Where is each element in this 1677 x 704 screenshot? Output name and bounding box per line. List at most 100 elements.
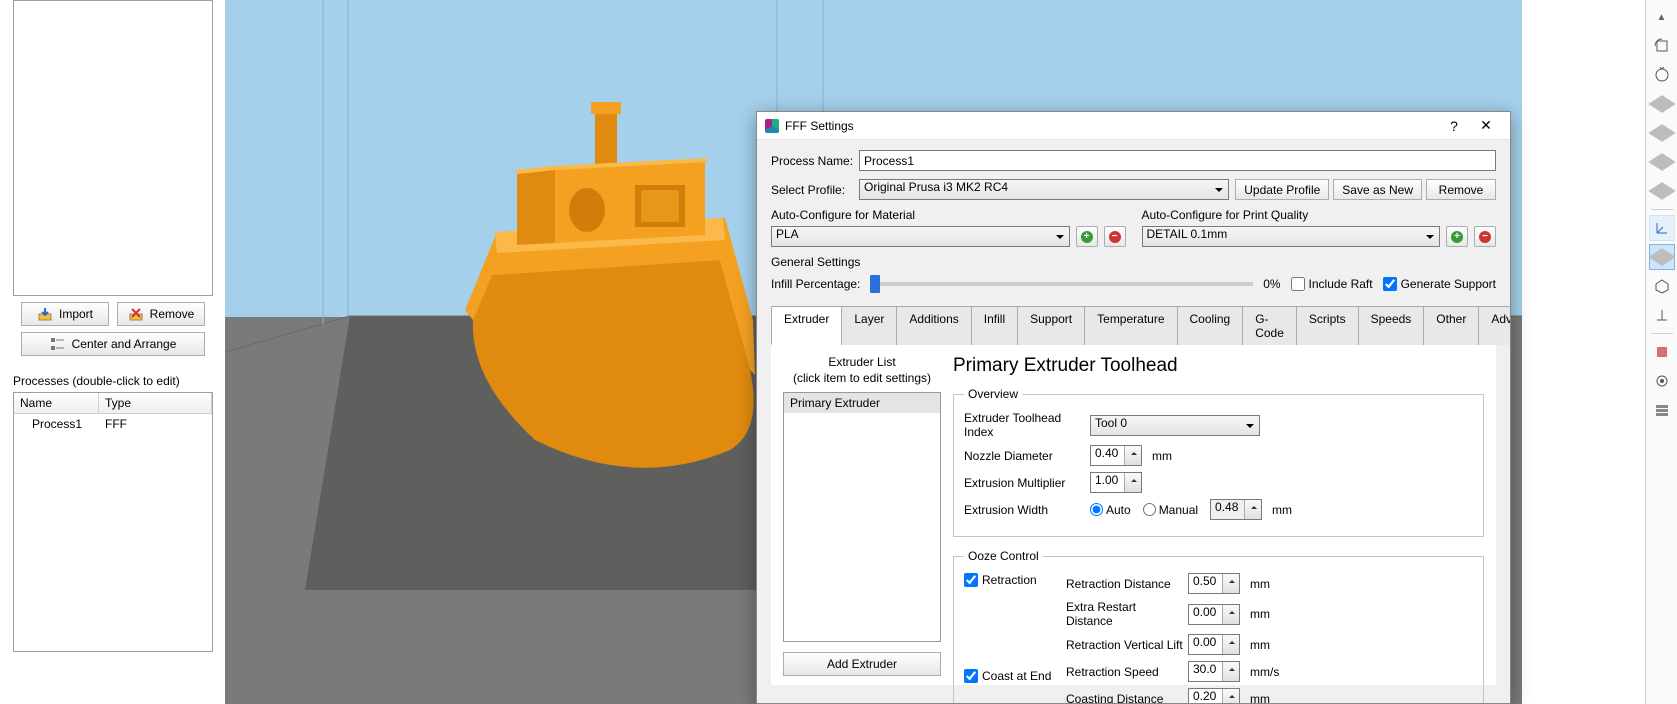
- retraction-distance-label: Retraction Distance: [1066, 577, 1184, 591]
- extrusion-width-label: Extrusion Width: [964, 503, 1086, 517]
- dialog-titlebar[interactable]: FFF Settings ? ✕: [757, 112, 1510, 140]
- add-extruder-button[interactable]: Add Extruder: [783, 652, 941, 676]
- process-type-cell: FFF: [99, 414, 212, 434]
- wireframe-icon: [1654, 278, 1670, 294]
- remove-button[interactable]: Remove: [117, 302, 205, 326]
- tab-speeds[interactable]: Speeds: [1358, 306, 1425, 345]
- quality-select[interactable]: DETAIL 0.1mm: [1142, 226, 1441, 247]
- tab-infill[interactable]: Infill: [971, 306, 1018, 345]
- general-settings-label: General Settings: [771, 255, 1496, 269]
- table-row[interactable]: Process1 FFF: [14, 414, 212, 434]
- extruder-list-header: Extruder List: [828, 355, 895, 369]
- cube-icon: [1648, 95, 1675, 113]
- import-button[interactable]: Import: [21, 302, 109, 326]
- view-reset-button[interactable]: [1649, 62, 1675, 88]
- tab-cooling[interactable]: Cooling: [1177, 306, 1244, 345]
- help-button[interactable]: ?: [1438, 118, 1470, 134]
- ooze-control-legend: Ooze Control: [964, 549, 1043, 563]
- material-remove-button[interactable]: −: [1104, 226, 1126, 247]
- tab-additions[interactable]: Additions: [896, 306, 971, 345]
- material-select[interactable]: PLA: [771, 226, 1070, 247]
- toolhead-index-select[interactable]: Tool 0: [1090, 415, 1260, 436]
- overview-legend: Overview: [964, 387, 1022, 401]
- import-label: Import: [59, 307, 93, 321]
- include-raft-checkbox[interactable]: Include Raft: [1291, 277, 1373, 291]
- extruder-list[interactable]: Primary Extruder: [783, 392, 941, 642]
- quality-add-button[interactable]: +: [1446, 226, 1468, 247]
- retraction-distance-input[interactable]: 0.50: [1188, 573, 1240, 594]
- toolbar-separator: [1651, 333, 1673, 334]
- extra-restart-distance-label: Extra Restart Distance: [1066, 600, 1184, 628]
- save-as-new-button[interactable]: Save as New: [1333, 179, 1422, 200]
- view-normals-button[interactable]: [1649, 302, 1675, 328]
- view-xray-button[interactable]: [1649, 339, 1675, 365]
- update-profile-button[interactable]: Update Profile: [1235, 179, 1329, 200]
- minus-icon: −: [1109, 231, 1121, 243]
- quality-remove-button[interactable]: −: [1474, 226, 1496, 247]
- slider-thumb[interactable]: [870, 275, 880, 293]
- process-name-input[interactable]: [859, 150, 1496, 171]
- col-name-header: Name: [14, 393, 99, 413]
- center-arrange-button[interactable]: Center and Arrange: [21, 332, 205, 356]
- tab-layer[interactable]: Layer: [841, 306, 897, 345]
- cube-icon: [1648, 248, 1675, 266]
- tab-gcode[interactable]: G-Code: [1242, 306, 1297, 345]
- close-button[interactable]: ✕: [1470, 117, 1502, 134]
- view-layers-button[interactable]: [1649, 397, 1675, 423]
- extrusion-width-input: 0.48: [1210, 499, 1262, 520]
- view-wireframe-button[interactable]: [1649, 273, 1675, 299]
- extruder-list-item[interactable]: Primary Extruder: [784, 393, 940, 413]
- coast-at-end-checkbox[interactable]: Coast at End: [964, 669, 1052, 683]
- view-top-button[interactable]: [1649, 91, 1675, 117]
- tab-extruder[interactable]: Extruder: [771, 306, 842, 345]
- view-collapse-button[interactable]: ▲: [1649, 4, 1675, 30]
- extrusion-multiplier-input[interactable]: 1.00: [1090, 472, 1142, 493]
- extrusion-multiplier-label: Extrusion Multiplier: [964, 476, 1086, 490]
- perpendicular-icon: [1654, 307, 1670, 323]
- generate-support-checkbox[interactable]: Generate Support: [1383, 277, 1496, 291]
- process-name-label: Process Name:: [771, 154, 859, 168]
- view-settings-button[interactable]: [1649, 368, 1675, 394]
- tab-support[interactable]: Support: [1017, 306, 1085, 345]
- auto-quality-label: Auto-Configure for Print Quality: [1142, 208, 1497, 222]
- retraction-vertical-lift-input[interactable]: 0.00: [1188, 634, 1240, 655]
- minus-icon: −: [1479, 231, 1491, 243]
- coasting-distance-input[interactable]: 0.20: [1188, 688, 1240, 703]
- cube-icon: [1648, 124, 1675, 142]
- chevron-up-icon: ▲: [1657, 12, 1667, 23]
- extra-restart-distance-input[interactable]: 0.00: [1188, 604, 1240, 625]
- tab-temperature[interactable]: Temperature: [1084, 306, 1177, 345]
- infill-percent-label: Infill Percentage:: [771, 277, 860, 291]
- remove-profile-button[interactable]: Remove: [1426, 179, 1496, 200]
- toolbar-separator: [1651, 209, 1673, 210]
- process-name-cell: Process1: [14, 414, 99, 434]
- col-type-header: Type: [99, 393, 212, 413]
- extruder-list-sub: (click item to edit settings): [793, 371, 931, 385]
- material-add-button[interactable]: +: [1076, 226, 1098, 247]
- coasting-distance-label: Coasting Distance: [1066, 692, 1184, 704]
- nozzle-diameter-input[interactable]: 0.40: [1090, 445, 1142, 466]
- view-solid-button[interactable]: [1649, 244, 1675, 270]
- cube-icon: [1648, 153, 1675, 171]
- infill-slider[interactable]: [870, 282, 1253, 286]
- retraction-checkbox[interactable]: Retraction: [964, 573, 1052, 587]
- processes-label: Processes (double-click to edit): [13, 374, 213, 388]
- view-axes-button[interactable]: [1649, 215, 1675, 241]
- extrusion-width-manual-radio[interactable]: Manual: [1143, 503, 1198, 517]
- view-rotate-button[interactable]: [1649, 33, 1675, 59]
- tab-other[interactable]: Other: [1423, 306, 1479, 345]
- cube-icon: [1648, 182, 1675, 200]
- plus-icon: +: [1081, 231, 1093, 243]
- layers-icon: [1654, 402, 1670, 418]
- extrusion-width-auto-radio[interactable]: Auto: [1090, 503, 1131, 517]
- tab-advanced[interactable]: Advanced: [1478, 306, 1510, 345]
- models-list[interactable]: [13, 0, 213, 296]
- view-front-button[interactable]: [1649, 120, 1675, 146]
- profile-select[interactable]: Original Prusa i3 MK2 RC4: [859, 179, 1229, 200]
- fff-settings-dialog: FFF Settings ? ✕ Process Name: Select Pr…: [756, 111, 1511, 704]
- retraction-speed-input[interactable]: 30.0: [1188, 661, 1240, 682]
- processes-table[interactable]: Name Type Process1 FFF: [13, 392, 213, 652]
- view-iso-button[interactable]: [1649, 178, 1675, 204]
- view-side-button[interactable]: [1649, 149, 1675, 175]
- tab-scripts[interactable]: Scripts: [1296, 306, 1359, 345]
